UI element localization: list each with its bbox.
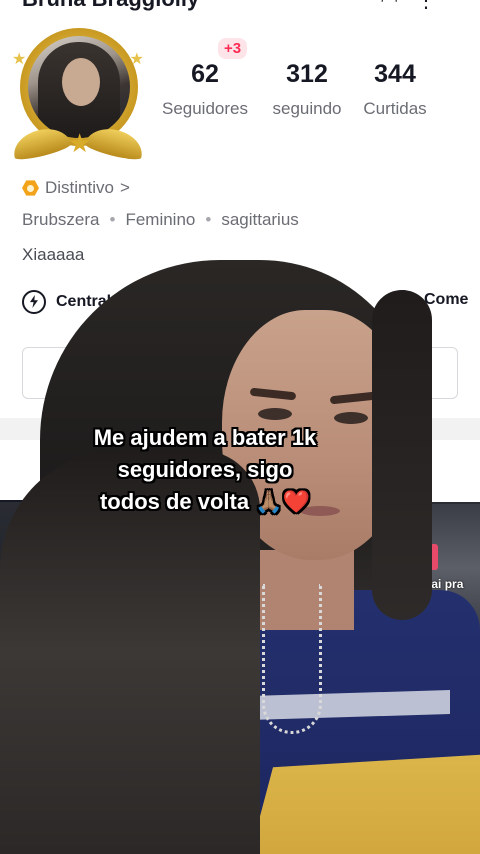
- profile-tags: Brubszera • Feminino • sagittarius: [22, 210, 299, 230]
- tag-sign: sagittarius: [221, 210, 299, 229]
- profile-bio: Xiaaaaa: [22, 245, 85, 264]
- tag-nickname: Brubszera: [22, 210, 100, 229]
- profile-username: Bruna Braggiolly: [22, 0, 199, 12]
- badge-hexagon-icon: [22, 180, 39, 196]
- chevron-right-icon: >: [119, 178, 130, 197]
- overlay-clip: Joca seu pix ai pra voce ganha 2 reais: [340, 504, 480, 664]
- clip-caption: Joca seu pix ai pra voce ganha 2 reais: [356, 577, 464, 607]
- menu-icon[interactable]: ⋮: [416, 0, 454, 12]
- edit-profile-button[interactable]: Editar perfil: [22, 347, 232, 399]
- top-header: Bruna Braggiolly ◠⋮: [0, 0, 480, 12]
- comments-button[interactable]: Come: [392, 290, 468, 310]
- shopping-bag-icon: [232, 285, 252, 310]
- eye-icon[interactable]: ◠: [381, 0, 416, 12]
- star-icon: ★: [12, 51, 27, 68]
- followers-count: 62: [191, 60, 219, 88]
- badge-link[interactable]: Distintivo >: [22, 178, 130, 198]
- likes-count: 344: [374, 60, 416, 88]
- add-friends-button[interactable]: os: [250, 347, 458, 399]
- bookmark-tab-icon[interactable]: [408, 458, 428, 484]
- chat-bubble-icon: [392, 290, 414, 310]
- separator-dot: •: [205, 210, 212, 229]
- caption-line-1: Me ajudem a bater 1k: [93, 425, 317, 450]
- bolt-icon: [22, 290, 46, 314]
- caption-line-3: todos de volta 🙏🏽❤️: [99, 489, 311, 514]
- likes-label: Curtidas: [363, 99, 427, 118]
- avatar-photo: [28, 36, 130, 138]
- phone-icon: [422, 544, 438, 570]
- stat-likes[interactable]: 344 Curtidas: [343, 60, 447, 119]
- header-icons: ◠⋮: [381, 0, 454, 13]
- stat-followers[interactable]: 62 Seguidores: [153, 60, 257, 119]
- badge-label: Distintivo: [45, 178, 114, 197]
- star-icon: ★: [129, 51, 144, 68]
- separator-dot: •: [109, 210, 116, 229]
- creator-center-button[interactable]: Central do Criador: [22, 290, 196, 314]
- followers-label: Seguidores: [161, 99, 248, 118]
- star-icon: ★: [68, 128, 92, 158]
- profile-avatar[interactable]: ★ ★ ★: [9, 26, 147, 163]
- shop-button[interactable]: [232, 285, 252, 310]
- comments-label: Come: [424, 291, 469, 308]
- new-followers-badge: +3: [218, 38, 248, 59]
- tag-gender: Feminino: [125, 210, 196, 229]
- video-caption: Me ajudem a bater 1k seguidores, sigo to…: [40, 422, 370, 518]
- creator-center-label: Central do Criador: [56, 293, 197, 310]
- caption-line-2: seguidores, sigo: [117, 457, 293, 482]
- action-row: Central do Criador Come: [22, 285, 480, 318]
